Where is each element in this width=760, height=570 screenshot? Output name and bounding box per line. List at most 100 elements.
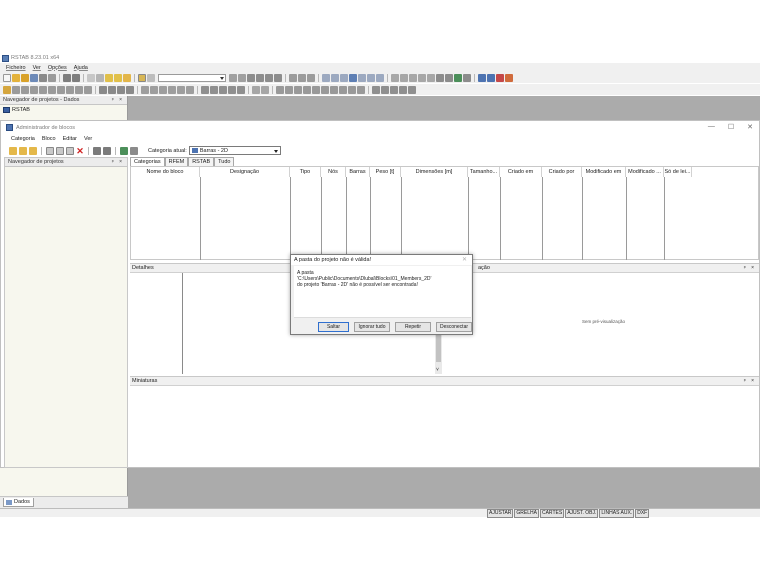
list-view-icon[interactable] xyxy=(103,146,111,155)
display-icon[interactable] xyxy=(247,73,255,82)
line-type-icon-5[interactable] xyxy=(312,85,320,94)
edit-icon[interactable] xyxy=(87,73,95,82)
table-icon[interactable] xyxy=(123,73,131,82)
model-icon[interactable] xyxy=(322,73,330,82)
status-dxf-button[interactable]: DXF xyxy=(635,509,650,518)
save-icon[interactable] xyxy=(30,73,38,82)
snap-icon[interactable] xyxy=(252,85,260,94)
maximize-button[interactable]: ☐ xyxy=(728,123,734,131)
col-modified-on[interactable]: Modificado em xyxy=(582,167,626,177)
material-tool-icon[interactable] xyxy=(57,85,65,94)
values-icon[interactable] xyxy=(265,73,273,82)
copy-icon[interactable] xyxy=(108,85,116,94)
status-grid-button[interactable]: GRELHA xyxy=(514,509,539,518)
show-icon[interactable] xyxy=(381,85,389,94)
guide-icon[interactable] xyxy=(445,73,453,82)
print-icon[interactable] xyxy=(39,73,47,82)
section-tool-icon[interactable] xyxy=(48,85,56,94)
dialog-close-icon[interactable]: ✕ xyxy=(462,255,467,265)
menu-edit[interactable]: Editar xyxy=(63,136,77,142)
col-created-by[interactable]: Criado por xyxy=(542,167,582,177)
col-nodes[interactable]: Nós xyxy=(321,167,346,177)
grid-icon[interactable] xyxy=(436,73,444,82)
block-manager-icon[interactable] xyxy=(138,73,146,82)
col-size[interactable]: Tamanho... xyxy=(468,167,500,177)
moment-tool-icon[interactable] xyxy=(84,85,92,94)
tab-rfem[interactable]: RFEM xyxy=(164,157,189,166)
prev-icon[interactable] xyxy=(229,73,237,82)
menu-category[interactable]: Categoria xyxy=(11,136,35,142)
iso-view-icon[interactable] xyxy=(168,85,176,94)
status-object-snap-button[interactable]: AJUST. OBJ. xyxy=(565,509,599,518)
comment-icon[interactable] xyxy=(237,85,245,94)
table-view-icon[interactable] xyxy=(399,85,407,94)
paste-block-icon[interactable] xyxy=(56,146,64,155)
menu-view[interactable]: Ver xyxy=(33,65,41,71)
line-type-icon-10[interactable] xyxy=(357,85,365,94)
status-guidelines-button[interactable]: LINHAS AUX. xyxy=(599,509,635,518)
numbering-icon[interactable] xyxy=(210,85,218,94)
measure-icon[interactable] xyxy=(427,73,435,82)
menu-file[interactable]: Ficheiro xyxy=(6,65,26,71)
support-tool-icon[interactable] xyxy=(30,85,38,94)
set-tool-icon[interactable] xyxy=(66,85,74,94)
load-case-combo[interactable] xyxy=(158,73,226,82)
mirror-icon[interactable] xyxy=(126,85,134,94)
tab-all[interactable]: Tudo xyxy=(214,157,235,166)
rotate-object-icon[interactable] xyxy=(117,85,125,94)
col-weight[interactable]: Peso [t] xyxy=(370,167,401,177)
line-type-icon-7[interactable] xyxy=(330,85,338,94)
select-icon[interactable] xyxy=(418,73,426,82)
thumbnails-icon[interactable] xyxy=(120,146,128,155)
grid-toggle-icon[interactable] xyxy=(201,85,209,94)
duplicate-block-icon[interactable] xyxy=(66,146,74,155)
zoom-all-icon[interactable] xyxy=(177,85,185,94)
col-read-only[interactable]: Só de lei... xyxy=(664,167,692,177)
line-type-icon-1[interactable] xyxy=(276,85,284,94)
tree-item-rstab[interactable]: RSTAB xyxy=(0,105,127,115)
hide-icon[interactable] xyxy=(372,85,380,94)
globe-icon[interactable] xyxy=(349,73,357,82)
col-designation[interactable]: Designação xyxy=(200,167,290,177)
ignore-all-button[interactable]: Ignorar tudo xyxy=(354,322,390,332)
info-icon[interactable] xyxy=(463,73,471,82)
print-preview-icon[interactable] xyxy=(48,73,56,82)
dimension-icon[interactable] xyxy=(228,85,236,94)
pan-icon[interactable] xyxy=(400,73,408,82)
layout-icon[interactable] xyxy=(147,73,155,82)
supports-icon[interactable] xyxy=(340,73,348,82)
zoom-window-icon[interactable] xyxy=(409,73,417,82)
filter-icon[interactable] xyxy=(274,73,282,82)
col-members[interactable]: Barras xyxy=(346,167,370,177)
undo-icon[interactable] xyxy=(63,73,71,82)
line-type-icon-8[interactable] xyxy=(339,85,347,94)
next-icon[interactable] xyxy=(238,73,246,82)
view-y-icon[interactable] xyxy=(150,85,158,94)
col-type[interactable]: Tipo xyxy=(290,167,321,177)
calculate-icon[interactable] xyxy=(105,73,113,82)
menu-options[interactable]: Opções xyxy=(48,65,67,71)
col-dimensions[interactable]: Dimensões [m] xyxy=(401,167,468,177)
results-icon[interactable] xyxy=(114,73,122,82)
line-type-icon-2[interactable] xyxy=(285,85,293,94)
tile-icon[interactable] xyxy=(487,73,495,82)
col-modified-by[interactable]: Modificado ... xyxy=(626,167,664,177)
block-navigator-controls[interactable]: ᵖ × xyxy=(112,159,124,165)
labels-icon[interactable] xyxy=(219,85,227,94)
deformation-icon[interactable] xyxy=(256,73,264,82)
thumbnails-controls[interactable]: ᵖ × xyxy=(744,377,756,386)
tab-rstab[interactable]: RSTAB xyxy=(188,157,215,166)
tab-categories[interactable]: Categorias xyxy=(130,157,165,166)
col-block-name[interactable]: Nome do bloco xyxy=(131,167,200,177)
menu-help[interactable]: Ajuda xyxy=(74,65,88,71)
minimize-button[interactable]: — xyxy=(708,123,715,131)
open-category-icon[interactable] xyxy=(19,146,27,155)
line-type-icon-4[interactable] xyxy=(303,85,311,94)
export-icon[interactable] xyxy=(408,85,416,94)
member-tool-icon[interactable] xyxy=(21,85,29,94)
copy-block-icon[interactable] xyxy=(46,146,54,155)
move-icon[interactable] xyxy=(99,85,107,94)
zoom-in-icon[interactable] xyxy=(186,85,194,94)
status-snap-button[interactable]: AJUSTAR xyxy=(487,509,514,518)
menu-block[interactable]: Bloco xyxy=(42,136,56,142)
